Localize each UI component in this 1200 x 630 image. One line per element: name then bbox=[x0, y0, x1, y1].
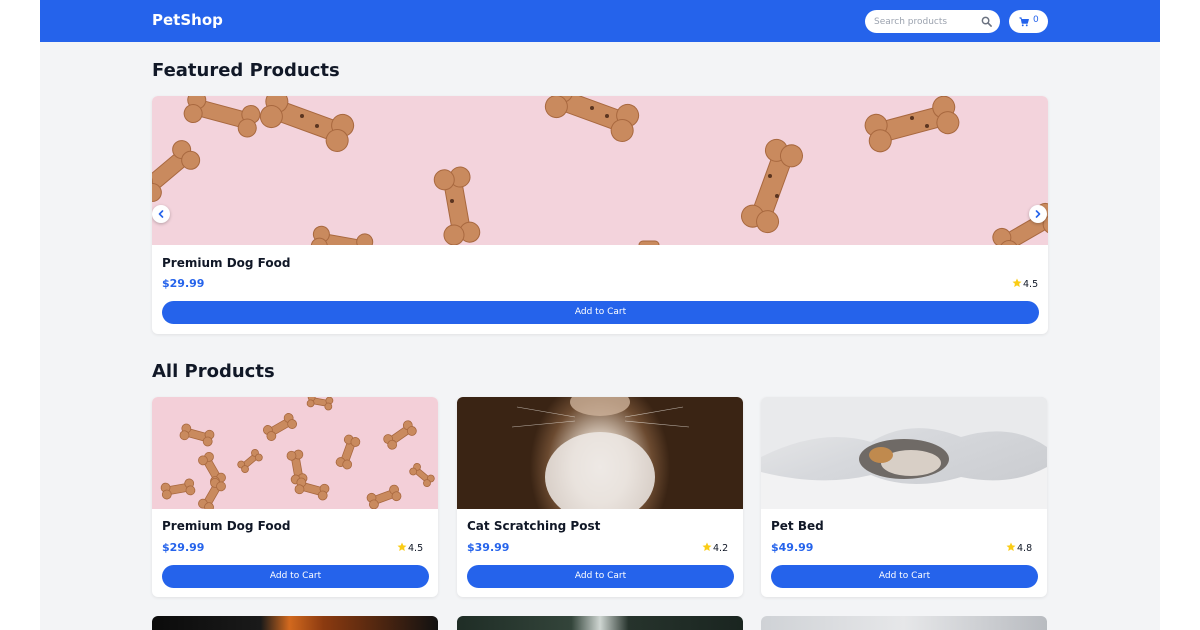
search-input[interactable] bbox=[874, 14, 974, 29]
dog-biscuits-photo bbox=[160, 397, 435, 509]
featured-product-rating: 4.5 bbox=[1012, 278, 1038, 290]
page: PetShop 0 Featured Products bbox=[40, 0, 1160, 630]
rating-value: 4.8 bbox=[1017, 543, 1033, 554]
rating-value: 4.2 bbox=[713, 543, 729, 554]
brand-logo[interactable]: PetShop bbox=[152, 11, 223, 29]
all-products-title: All Products bbox=[152, 361, 275, 382]
featured-add-to-cart-button[interactable]: Add to Cart bbox=[162, 301, 1039, 324]
product-card: Pet Bed $49.99 4.8 Add to Cart bbox=[761, 397, 1047, 597]
featured-product-name[interactable]: Premium Dog Food bbox=[162, 256, 290, 270]
product-name[interactable]: Cat Scratching Post bbox=[467, 519, 600, 533]
product-name[interactable]: Pet Bed bbox=[771, 519, 824, 533]
add-to-cart-button[interactable]: Add to Cart bbox=[467, 565, 734, 588]
product-price: $39.99 bbox=[467, 541, 510, 554]
product-price: $49.99 bbox=[771, 541, 814, 554]
featured-product-price: $29.99 bbox=[162, 277, 205, 290]
product-image[interactable] bbox=[152, 397, 438, 509]
star-icon bbox=[1012, 278, 1022, 287]
add-to-cart-button[interactable]: Add to Cart bbox=[162, 565, 429, 588]
product-price: $29.99 bbox=[162, 541, 205, 554]
star-icon bbox=[702, 542, 712, 551]
carousel-next-button[interactable] bbox=[1029, 205, 1047, 223]
chevron-right-icon bbox=[1035, 210, 1041, 218]
product-card-image-partial[interactable] bbox=[457, 616, 743, 630]
search-box[interactable] bbox=[865, 10, 1000, 33]
carousel-prev-button[interactable] bbox=[152, 205, 170, 223]
product-card-image-partial[interactable] bbox=[152, 616, 438, 630]
shopping-cart-icon bbox=[1019, 17, 1029, 27]
kitten-photo bbox=[511, 397, 690, 509]
cart-count: 0 bbox=[1033, 15, 1039, 25]
featured-carousel: Premium Dog Food $29.99 4.5 Add to Cart bbox=[152, 96, 1048, 334]
search-icon[interactable] bbox=[981, 16, 992, 27]
product-image[interactable] bbox=[761, 397, 1047, 509]
product-rating: 4.2 bbox=[702, 542, 728, 554]
star-icon bbox=[397, 542, 407, 551]
cart-button[interactable]: 0 bbox=[1009, 10, 1048, 33]
product-card: Cat Scratching Post $39.99 4.2 Add to Ca… bbox=[457, 397, 743, 597]
product-card: Premium Dog Food $29.99 4.5 Add to Cart bbox=[152, 397, 438, 597]
product-rating: 4.5 bbox=[397, 542, 423, 554]
cat-in-bed-photo bbox=[761, 397, 1047, 509]
featured-product-image[interactable] bbox=[152, 96, 1048, 245]
star-icon bbox=[1006, 542, 1016, 551]
product-name[interactable]: Premium Dog Food bbox=[162, 519, 290, 533]
rating-value: 4.5 bbox=[1023, 279, 1039, 290]
navbar: PetShop 0 bbox=[40, 0, 1160, 42]
dog-biscuits-photo bbox=[152, 96, 1048, 245]
product-rating: 4.8 bbox=[1006, 542, 1032, 554]
rating-value: 4.5 bbox=[408, 543, 424, 554]
featured-title: Featured Products bbox=[152, 60, 340, 81]
product-card-image-partial[interactable] bbox=[761, 616, 1047, 630]
product-image[interactable] bbox=[457, 397, 743, 509]
add-to-cart-button[interactable]: Add to Cart bbox=[771, 565, 1038, 588]
chevron-left-icon bbox=[158, 210, 164, 218]
